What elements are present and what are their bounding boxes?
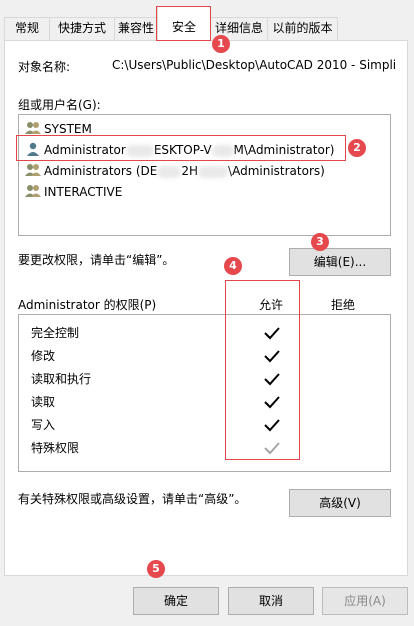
ok-button[interactable]: 确定 bbox=[133, 587, 219, 615]
tab-previous-versions[interactable]: 以前的版本 bbox=[267, 17, 338, 40]
list-item-label: Administrators (DE bbox=[44, 164, 158, 178]
tab-general[interactable]: 常规 bbox=[4, 17, 50, 40]
annotation-marker: 4 bbox=[224, 257, 242, 275]
check-icon bbox=[264, 373, 280, 386]
list-item-label: 2H bbox=[181, 164, 199, 178]
redaction-blur bbox=[125, 144, 154, 157]
permissions-list: 完全控制 修改 读取和执行 读取 写入 特殊权限 bbox=[18, 314, 391, 472]
advanced-button[interactable]: 高级(V) bbox=[289, 489, 391, 517]
list-item-label: Administrator bbox=[44, 143, 126, 157]
deny-header: 拒绝 bbox=[331, 298, 356, 312]
permission-label: 写入 bbox=[31, 418, 56, 432]
object-name-label: 对象名称: bbox=[18, 60, 71, 74]
cancel-button[interactable]: 取消 bbox=[228, 587, 314, 615]
tab-compatibility[interactable]: 兼容性 bbox=[114, 17, 158, 40]
object-name-value: C:\Users\Public\Desktop\AutoCAD 2010 - S… bbox=[112, 58, 397, 72]
groups-listbox[interactable]: SYSTEM Administrator ESKTOP-V M\Administra… bbox=[18, 114, 391, 236]
tab-bar: 常规 快捷方式 兼容性 安全 详细信息 以前的版本 bbox=[0, 0, 414, 41]
annotation-marker: 3 bbox=[311, 233, 329, 251]
check-icon-disabled bbox=[264, 442, 280, 455]
list-item-label: INTERACTIVE bbox=[44, 185, 123, 199]
list-item-selected[interactable]: Administrator ESKTOP-V M\Administrator) bbox=[25, 140, 334, 160]
list-item-label: M\Administrator) bbox=[233, 143, 335, 157]
check-icon bbox=[264, 350, 280, 363]
annotation-marker: 2 bbox=[348, 139, 366, 157]
permissions-title: Administrator 的权限(P) bbox=[18, 298, 157, 312]
allow-header: 允许 bbox=[259, 298, 284, 312]
permission-label: 读取 bbox=[31, 395, 56, 409]
check-icon bbox=[264, 327, 280, 340]
tab-security[interactable]: 安全 bbox=[157, 6, 211, 40]
list-item[interactable]: Administrators (DE 2H \Administrators) bbox=[25, 161, 325, 181]
check-icon bbox=[264, 396, 280, 409]
edit-hint: 要更改权限，请单击“编辑”。 bbox=[18, 253, 175, 267]
check-icon bbox=[264, 419, 280, 432]
user-group-icon bbox=[25, 164, 41, 176]
permission-label: 读取和执行 bbox=[31, 372, 92, 386]
list-item[interactable]: SYSTEM bbox=[25, 119, 92, 139]
tab-shortcut[interactable]: 快捷方式 bbox=[49, 17, 115, 40]
redaction-blur bbox=[211, 144, 234, 157]
permission-label: 完全控制 bbox=[31, 326, 80, 340]
user-group-icon bbox=[25, 122, 41, 134]
list-item-label: \Administrators) bbox=[228, 164, 325, 178]
apply-button[interactable]: 应用(A) bbox=[322, 587, 408, 615]
list-item-label: SYSTEM bbox=[44, 122, 92, 136]
redaction-blur bbox=[157, 165, 182, 178]
annotation-marker: 1 bbox=[212, 35, 230, 53]
list-item[interactable]: INTERACTIVE bbox=[25, 182, 122, 202]
annotation-marker: 5 bbox=[147, 560, 165, 578]
permission-label: 特殊权限 bbox=[31, 441, 80, 455]
groups-label: 组或用户名(G): bbox=[18, 98, 101, 112]
edit-button[interactable]: 编辑(E)... bbox=[289, 248, 391, 276]
redaction-blur bbox=[198, 165, 229, 178]
permission-label: 修改 bbox=[31, 349, 56, 363]
user-icon bbox=[27, 142, 39, 156]
user-group-icon bbox=[25, 185, 41, 197]
advanced-hint: 有关特殊权限或高级设置，请单击“高级”。 bbox=[18, 492, 247, 506]
list-item-label: ESKTOP-V bbox=[153, 143, 212, 157]
